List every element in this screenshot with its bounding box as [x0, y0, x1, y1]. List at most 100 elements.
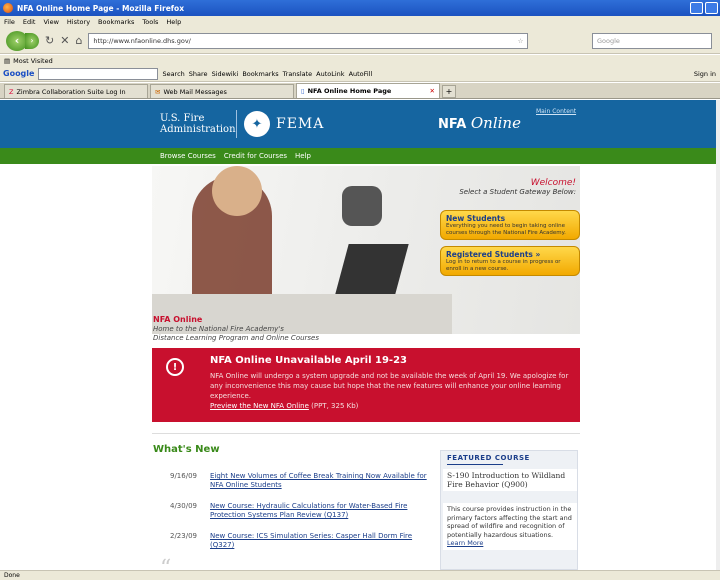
learn-more-link[interactable]: Learn More — [447, 539, 483, 547]
usfa-logo-text: U.S. Fire Administration — [160, 113, 236, 135]
news-date: 2/23/09 — [170, 532, 197, 540]
menu-file[interactable]: File — [4, 18, 15, 26]
news-date: 4/30/09 — [170, 502, 197, 510]
google-share-button[interactable]: Share — [189, 70, 208, 78]
banner-divider — [236, 110, 237, 138]
usfa-line1: U.S. Fire — [160, 113, 205, 124]
tab-zimbra[interactable]: Z Zimbra Collaboration Suite Log In — [4, 84, 148, 98]
menu-view[interactable]: View — [43, 18, 58, 26]
stop-icon[interactable]: ✕ — [60, 34, 69, 47]
new-students-desc: Everything you need to begin taking onli… — [446, 223, 566, 236]
nfa-prefix: NFA — [438, 117, 467, 132]
featured-heading: FEATURED COURSE — [447, 454, 530, 462]
news-item: 4/30/09 New Course: Hydraulic Calculatio… — [170, 502, 430, 520]
menu-tools[interactable]: Tools — [142, 18, 158, 26]
forward-arrow-icon[interactable]: › — [25, 32, 39, 49]
tab-label: Web Mail Messages — [163, 87, 227, 96]
hero-photo-man — [342, 186, 382, 226]
back-forward: ‹ › — [6, 30, 39, 51]
news-link[interactable]: New Course: Hydraulic Calculations for W… — [210, 502, 430, 520]
news-date: 9/16/09 — [170, 472, 197, 480]
welcome-title: Welcome! — [530, 178, 576, 188]
maximize-button[interactable] — [705, 2, 718, 14]
mail-icon: ✉ — [155, 87, 161, 96]
menu-bar: File Edit View History Bookmarks Tools H… — [0, 16, 720, 28]
google-search-input[interactable] — [38, 67, 159, 80]
fema-logo-text: FEMA — [276, 116, 325, 132]
reload-icon[interactable]: ↻ — [45, 34, 54, 47]
unavailable-alert: ! NFA Online Unavailable April 19-23 NFA… — [152, 348, 580, 422]
close-tab-icon[interactable]: ✕ — [430, 87, 435, 95]
registered-students-button[interactable]: Registered Students » Log in to return t… — [440, 246, 580, 276]
featured-desc: This course provides instruction in the … — [443, 503, 577, 550]
featured-desc-text: This course provides instruction in the … — [447, 505, 572, 539]
google-toolbar: Google Search Share Sidewiki Bookmarks T… — [0, 66, 720, 82]
menu-help[interactable]: Help — [166, 18, 181, 26]
page-icon: ▯ — [301, 87, 305, 95]
minimize-button[interactable] — [690, 2, 703, 14]
usfa-line2: Administration — [160, 124, 236, 135]
alert-body: NFA Online will undergo a system upgrade… — [210, 371, 570, 411]
window-controls — [690, 2, 718, 14]
tab-strip: Z Zimbra Collaboration Suite Log In ✉ We… — [0, 83, 720, 99]
alert-icon: ! — [166, 358, 184, 376]
status-text: Done — [4, 572, 20, 579]
menu-history[interactable]: History — [67, 18, 90, 26]
hero-photo-laptop — [335, 244, 409, 294]
tab-webmail[interactable]: ✉ Web Mail Messages — [150, 84, 294, 98]
google-signin-link[interactable]: Sign in — [694, 70, 720, 78]
news-item: 2/23/09 New Course: ICS Simulation Serie… — [170, 532, 430, 550]
tagline-line2: Distance Learning Program and Online Cou… — [153, 334, 320, 342]
fema-seal-icon: ✦ — [244, 111, 270, 137]
featured-course-panel: FEATURED COURSE S-190 Introduction to Wi… — [440, 450, 578, 570]
google-translate-button[interactable]: Translate — [283, 70, 313, 78]
menu-edit[interactable]: Edit — [23, 18, 36, 26]
news-link[interactable]: Eight New Volumes of Coffee Break Traini… — [210, 472, 430, 490]
menu-bookmarks[interactable]: Bookmarks — [98, 18, 134, 26]
featured-title: S-190 Introduction to Wildland Fire Beha… — [443, 469, 577, 491]
whats-new-heading: What's New — [153, 444, 220, 455]
google-sidewiki-button[interactable]: Sidewiki — [212, 70, 239, 78]
registered-students-title: Registered Students » — [446, 250, 541, 259]
google-autofill-button[interactable]: AutoFill — [349, 70, 373, 78]
url-text: http://www.nfaonline.dhs.gov/ — [93, 36, 191, 45]
alert-body-text: NFA Online will undergo a system upgrade… — [210, 372, 569, 400]
tab-nfa-online[interactable]: ▯ NFA Online Home Page ✕ — [296, 83, 440, 98]
welcome-block: Welcome! Select a Student Gateway Below: — [459, 178, 576, 196]
nfa-online-logo[interactable]: NFA Online — [438, 114, 521, 132]
page-scrollbar[interactable] — [716, 100, 720, 570]
search-input[interactable]: Google — [592, 32, 712, 49]
site-nav: Browse Courses Credit for Courses Help — [0, 148, 720, 164]
navigation-toolbar: ‹ › ↻ ✕ ⌂ http://www.nfaonline.dhs.gov/ … — [0, 28, 720, 54]
home-icon[interactable]: ⌂ — [75, 34, 82, 47]
google-autolink-button[interactable]: AutoLink — [316, 70, 344, 78]
nfa-online-word: Online — [470, 114, 521, 132]
tab-label: NFA Online Home Page — [307, 87, 392, 95]
firefox-icon — [3, 3, 13, 13]
zimbra-icon: Z — [9, 87, 14, 96]
site-banner: U.S. Fire Administration ✦ FEMA NFA Onli… — [0, 100, 720, 148]
new-tab-button[interactable]: + — [442, 85, 456, 98]
tagline-line1: Home to the National Fire Academy's — [153, 325, 284, 333]
most-visited-link[interactable]: Most Visited — [13, 57, 53, 65]
preview-link[interactable]: Preview the New NFA Online — [210, 402, 309, 410]
most-visited-icon: ▤ — [4, 56, 11, 65]
tab-label: Zimbra Collaboration Suite Log In — [16, 87, 126, 96]
google-bookmarks-button[interactable]: Bookmarks — [242, 70, 278, 78]
hero-photo-head — [212, 166, 262, 216]
registered-students-desc: Log in to return to a course in progress… — [446, 259, 561, 272]
bookmark-star-icon[interactable]: ☆ — [518, 37, 528, 45]
google-search-button[interactable]: Search — [162, 70, 184, 78]
news-link[interactable]: New Course: ICS Simulation Series: Caspe… — [210, 532, 430, 550]
nav-credit-for-courses[interactable]: Credit for Courses — [224, 152, 287, 160]
new-students-button[interactable]: New Students Everything you need to begi… — [440, 210, 580, 240]
window-title: NFA Online Home Page - Mozilla Firefox — [17, 3, 185, 13]
main-content-link[interactable]: Main Content — [536, 108, 576, 115]
nfa-online-tagline: Home to the National Fire Academy's Dist… — [153, 325, 319, 343]
search-placeholder: Google — [597, 36, 620, 45]
url-bar[interactable]: http://www.nfaonline.dhs.gov/ ☆ — [88, 32, 529, 49]
window-titlebar: NFA Online Home Page - Mozilla Firefox — [0, 0, 720, 16]
bookmarks-toolbar: ▤ Most Visited — [0, 55, 720, 66]
nav-browse-courses[interactable]: Browse Courses — [160, 152, 216, 160]
nav-help[interactable]: Help — [295, 152, 311, 160]
